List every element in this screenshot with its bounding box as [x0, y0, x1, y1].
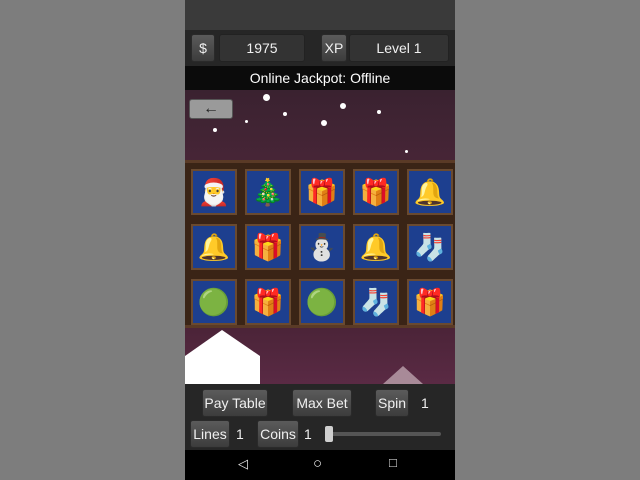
level-display: Level 1	[349, 34, 449, 62]
jackpot-banner: Online Jackpot: Offline	[185, 66, 455, 90]
navigation-bar: ◁ ○ □	[185, 450, 455, 480]
snowflake	[213, 128, 217, 132]
game-scene: ← 🎅 🎄 🎁 🎁 🔔 🔔 🎁 ⛄ 🔔 🧦 🟢 🎁 🟢 🧦 🎁	[185, 90, 455, 384]
stocking-icon: 🧦	[353, 279, 399, 325]
control-panel: Pay Table Max Bet Spin 1 Lines 1 Coins 1	[185, 384, 455, 450]
spin-button[interactable]: Spin	[375, 389, 409, 417]
snowflake	[263, 94, 270, 101]
pay-table-button[interactable]: Pay Table	[202, 389, 268, 417]
snowflake	[405, 150, 408, 153]
ornament-green-icon: 🟢	[191, 279, 237, 325]
snowflake	[377, 110, 381, 114]
coins-slider-track[interactable]	[329, 432, 441, 436]
snowflake	[340, 103, 346, 109]
gift-box-yellow-icon: 🎁	[353, 169, 399, 215]
left-arrow-icon: ←	[203, 100, 219, 117]
gift-box-yellow-icon: 🎁	[245, 279, 291, 325]
balance-display: 1975	[219, 34, 305, 62]
xp-button[interactable]: XP	[321, 34, 347, 62]
christmas-tree-icon: 🎄	[245, 169, 291, 215]
phone-screen: $ 1975 XP Level 1 Online Jackpot: Offlin…	[185, 0, 455, 480]
status-bar	[185, 0, 455, 30]
max-bet-button[interactable]: Max Bet	[292, 389, 352, 417]
stocking-icon: 🧦	[407, 224, 453, 270]
slot-reels: 🎅 🎄 🎁 🎁 🔔 🔔 🎁 ⛄ 🔔 🧦 🟢 🎁 🟢 🧦 🎁	[185, 160, 455, 328]
nav-recents-icon[interactable]: □	[389, 455, 397, 470]
bells-icon: 🔔	[353, 224, 399, 270]
coins-slider-thumb[interactable]	[325, 426, 333, 442]
bells-icon: 🔔	[191, 224, 237, 270]
lines-button[interactable]: Lines	[190, 420, 230, 448]
snowflake	[283, 112, 287, 116]
coins-value: 1	[304, 426, 312, 442]
snowflake	[321, 120, 327, 126]
spin-value: 1	[421, 395, 429, 411]
house-silhouette	[185, 330, 260, 384]
gift-box-blue-icon: 🎁	[245, 224, 291, 270]
bells-icon: 🔔	[407, 169, 453, 215]
snowman-icon: ⛄	[299, 224, 345, 270]
gift-box-blue-icon: 🎁	[299, 169, 345, 215]
house-roof-silhouette	[383, 366, 423, 384]
nav-home-icon[interactable]: ○	[313, 455, 322, 472]
ornament-green-icon: 🟢	[299, 279, 345, 325]
santa-hat-icon: 🎅	[191, 169, 237, 215]
currency-button[interactable]: $	[191, 34, 215, 62]
nav-back-icon[interactable]: ◁	[238, 456, 248, 472]
coins-button[interactable]: Coins	[257, 420, 299, 448]
back-button[interactable]: ←	[189, 99, 233, 119]
lines-value: 1	[236, 426, 244, 442]
snowflake	[245, 120, 248, 123]
top-bar: $ 1975 XP Level 1	[185, 30, 455, 66]
gift-box-blue-icon: 🎁	[407, 279, 453, 325]
